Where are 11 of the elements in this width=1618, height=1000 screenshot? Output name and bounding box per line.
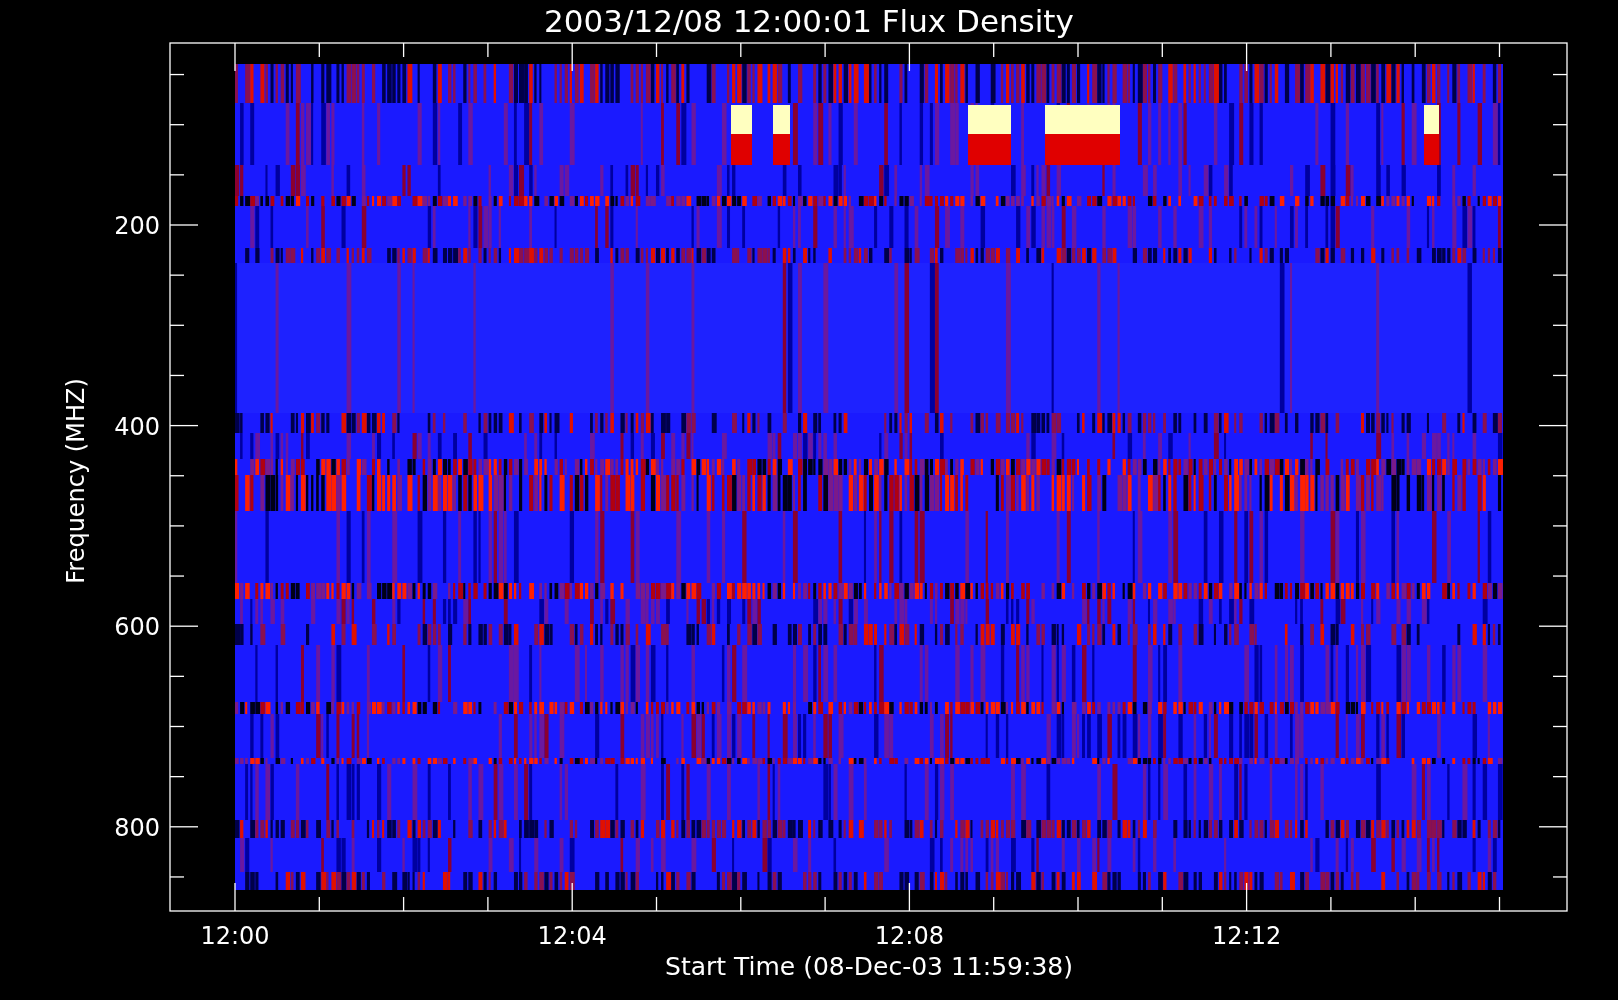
tick-label: 12:12 bbox=[1212, 922, 1282, 950]
tick-label: 600 bbox=[114, 613, 160, 642]
tick-label: 12:04 bbox=[537, 922, 607, 950]
y-axis-label: Frequency (MHZ) bbox=[62, 378, 90, 584]
x-axis-label: Start Time (08-Dec-03 11:59:38) bbox=[665, 952, 1073, 981]
tick-label: 200 bbox=[114, 212, 160, 240]
plot-title: 2003/12/08 12:00:01 Flux Density bbox=[544, 3, 1074, 39]
tick-label: 400 bbox=[114, 412, 160, 441]
tick-label: 800 bbox=[114, 814, 160, 843]
tick-label: 12:08 bbox=[874, 922, 944, 950]
tick-label: 12:00 bbox=[200, 922, 270, 950]
